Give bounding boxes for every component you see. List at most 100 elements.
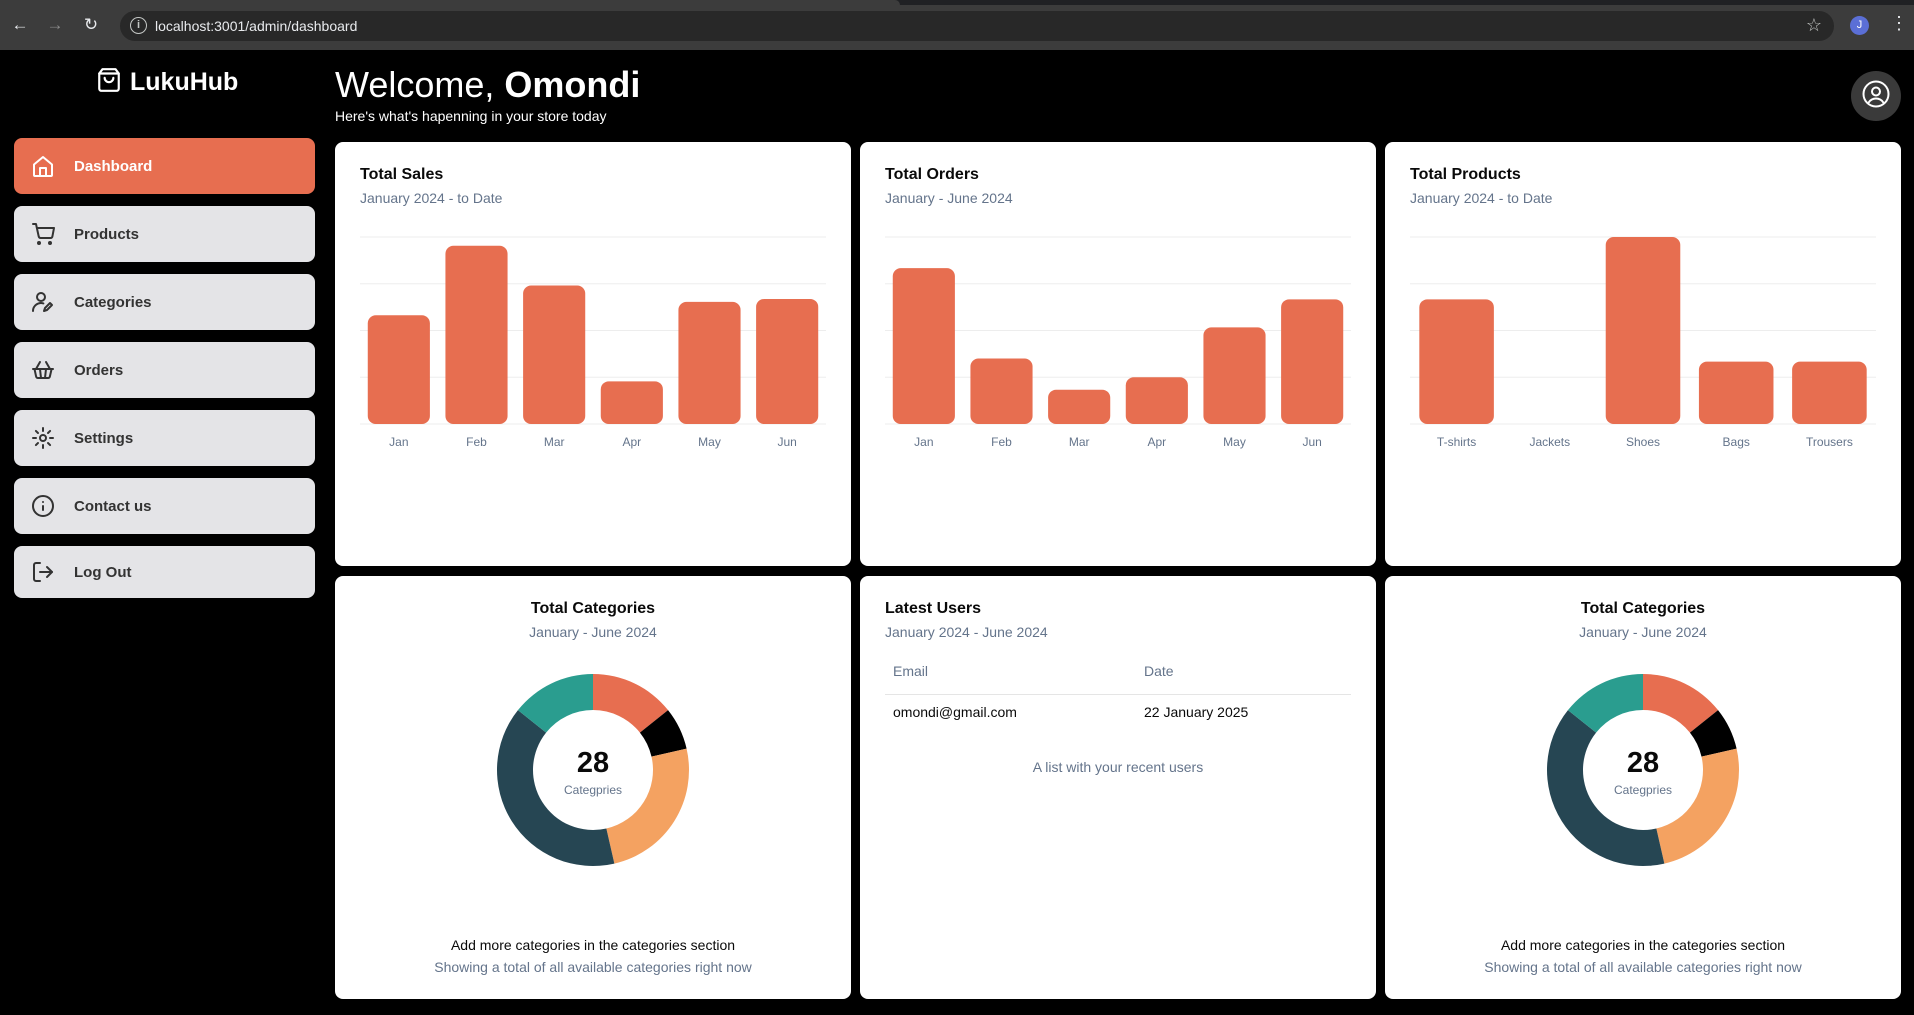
user-date-cell: 22 January 2025 — [1144, 704, 1249, 721]
x-tick-label: Bags — [1723, 435, 1750, 449]
page-subtitle: Here's what's hapenning in your store to… — [335, 108, 607, 124]
sidebar-item-label: Products — [74, 225, 140, 243]
bar[interactable] — [892, 268, 955, 424]
bar[interactable] — [600, 381, 663, 424]
bar[interactable] — [1419, 299, 1494, 424]
gear-icon — [30, 425, 56, 451]
bar[interactable] — [1125, 377, 1188, 424]
sidebar-item-label: Settings — [74, 429, 134, 447]
card-footer-text: Add more categories in the categories se… — [1500, 937, 1786, 953]
sidebar-item-dashboard[interactable]: Dashboard — [14, 138, 315, 194]
card-title: Latest Users — [885, 600, 982, 617]
back-icon[interactable]: ← — [9, 14, 31, 36]
sidebar-item-orders[interactable]: Orders — [14, 342, 315, 398]
column-header-date: Date — [1136, 648, 1351, 695]
x-tick-label: Apr — [622, 435, 641, 449]
page-title: Welcome, Omondi — [335, 64, 640, 106]
table-row[interactable]: omondi@gmail.com 22 January 2025 — [885, 694, 1351, 730]
donut-total-label: Categpries — [563, 783, 623, 797]
forward-icon[interactable]: → — [44, 14, 66, 36]
url-text[interactable]: localhost:3001/admin/dashboard — [155, 18, 357, 34]
table-header-row: Email Date — [885, 648, 1351, 695]
donut-total-value: 28 — [576, 747, 610, 779]
info-icon — [30, 493, 56, 519]
site-info-icon[interactable]: i — [130, 17, 147, 34]
sidebar-item-categories[interactable]: Categories — [14, 274, 315, 330]
user-avatar-button[interactable] — [1851, 71, 1901, 121]
x-tick-label: Jan — [914, 435, 933, 449]
latest-users-card: Latest Users January 2024 - June 2024 Em… — [860, 576, 1376, 999]
logout-icon — [30, 559, 56, 585]
sidebar-item-contact-us[interactable]: Contact us — [14, 478, 315, 534]
sidebar-item-label: Log Out — [74, 563, 132, 581]
x-tick-label: Jun — [777, 435, 796, 449]
x-tick-label: May — [698, 435, 721, 449]
user-edit-icon — [30, 289, 56, 315]
card-description: January - June 2024 — [885, 190, 1013, 206]
bar[interactable] — [1048, 389, 1111, 424]
total-categories-card-2: Total Categories January - June 2024 28 … — [1385, 576, 1901, 999]
card-description: January 2024 - June 2024 — [885, 624, 1048, 640]
sidebar-item-label: Orders — [74, 361, 124, 379]
bar[interactable] — [756, 298, 819, 424]
donut-total-value: 28 — [1626, 747, 1660, 779]
total-orders-card: Total Orders January - June 2024 Jan Feb M… — [860, 142, 1376, 566]
user-name: Omondi — [504, 64, 641, 105]
x-tick-label: Feb — [466, 435, 487, 449]
total-products-card: Total Products January 2024 - to Date T-… — [1385, 142, 1901, 566]
sidebar-item-label: Contact us — [74, 497, 152, 515]
x-tick-label: Jun — [1302, 435, 1321, 449]
card-title: Total Orders — [885, 166, 979, 183]
address-bar[interactable]: i localhost:3001/admin/dashboard ☆ — [120, 11, 1834, 41]
bar[interactable] — [1203, 327, 1266, 424]
user-circle-icon — [1861, 79, 1891, 114]
bar[interactable] — [523, 285, 586, 424]
bookmark-star-icon[interactable]: ☆ — [1806, 15, 1822, 36]
bar[interactable] — [1605, 237, 1681, 424]
x-tick-label: Shoes — [1626, 435, 1660, 449]
card-description: January 2024 - to Date — [1410, 190, 1553, 206]
user-email-cell: omondi@gmail.com — [893, 704, 1017, 721]
card-title: Total Categories — [530, 600, 656, 617]
orders-bar-chart: Jan Feb Mar Apr May Jun — [885, 236, 1351, 449]
cart-icon — [30, 221, 56, 247]
greeting-text: Welcome, — [335, 64, 505, 105]
brand-logo[interactable]: LukuHub — [96, 67, 238, 98]
x-tick-label: May — [1223, 435, 1246, 449]
users-table: Email Date omondi@gmail.com 22 January 2… — [885, 648, 1351, 730]
total-categories-card: Total Categories January - June 2024 28 … — [335, 576, 851, 999]
total-sales-card: Total Sales January 2024 - to Date Jan Fe… — [335, 142, 851, 566]
donut-total-label: Categpries — [1613, 783, 1673, 797]
column-header-email: Email — [885, 648, 1136, 695]
x-tick-label: Jan — [389, 435, 408, 449]
x-tick-label: Jackets — [1529, 435, 1570, 449]
home-icon — [30, 153, 56, 179]
sidebar-item-label: Categories — [74, 293, 152, 311]
sidebar-item-products[interactable]: Products — [14, 206, 315, 262]
reload-icon[interactable]: ↻ — [80, 14, 102, 36]
bar[interactable] — [970, 358, 1033, 424]
browser-toolbar: ← → ↻ i localhost:3001/admin/dashboard ☆… — [0, 0, 1914, 50]
card-title: Total Categories — [1580, 600, 1706, 617]
bar[interactable] — [445, 245, 508, 424]
card-footer-subtext: Showing a total of all available categor… — [1484, 959, 1802, 975]
bar[interactable] — [1281, 299, 1344, 424]
brand-name: LukuHub — [130, 68, 239, 96]
products-bar-chart: T-shirts Jackets Shoes Bags Trousers — [1410, 236, 1876, 449]
card-description: January 2024 - to Date — [360, 190, 503, 206]
shopping-bag-icon — [96, 67, 122, 98]
sidebar-item-log-out[interactable]: Log Out — [14, 546, 315, 598]
bar[interactable] — [1792, 361, 1867, 424]
card-footer-subtext: Showing a total of all available categor… — [434, 959, 752, 975]
table-caption: A list with your recent users — [1032, 759, 1204, 775]
card-description: January - June 2024 — [1579, 624, 1707, 640]
x-tick-label: Mar — [1069, 435, 1090, 449]
browser-menu-icon[interactable]: ⋮ — [1890, 13, 1908, 34]
basket-icon — [30, 357, 56, 383]
bar[interactable] — [367, 315, 430, 424]
sidebar-item-settings[interactable]: Settings — [14, 410, 315, 466]
bar[interactable] — [678, 301, 741, 424]
bar[interactable] — [1698, 361, 1774, 424]
x-tick-label: Trousers — [1806, 435, 1853, 449]
browser-profile-avatar[interactable]: J — [1850, 16, 1869, 35]
